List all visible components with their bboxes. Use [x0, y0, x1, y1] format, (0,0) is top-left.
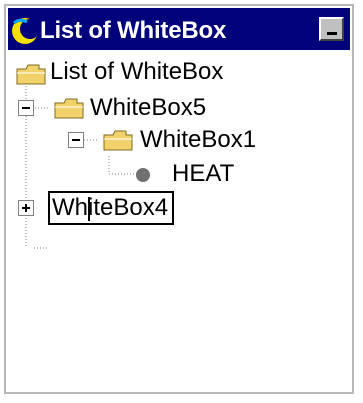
collapse-toggle[interactable]: [68, 132, 84, 148]
minimize-button[interactable]: [319, 17, 344, 41]
whitebox-tree: List of WhiteBox WhiteBox5 WhiteBox1 HEA…: [6, 50, 352, 392]
window-title: List of WhiteBox: [40, 17, 227, 44]
rename-field[interactable]: WhiteBox4: [48, 191, 174, 225]
moon-icon: [12, 18, 40, 44]
expand-toggle[interactable]: [18, 200, 34, 216]
folder-open-icon: [54, 98, 84, 119]
leaf-dot-icon: [136, 168, 150, 182]
minus-icon: [72, 139, 80, 141]
minus-icon: [22, 107, 30, 109]
folder-open-icon: [16, 64, 46, 85]
whitebox-window: List of WhiteBox List of WhiteBox WhiteB…: [4, 4, 354, 394]
rename-field-value: WhiteBox4: [52, 194, 169, 221]
tree-node-label: WhiteBox1: [140, 126, 257, 153]
titlebar[interactable]: List of WhiteBox: [8, 8, 350, 50]
tree-node-label: HEAT: [172, 160, 235, 187]
folder-open-icon: [103, 130, 133, 151]
tree-node-label: WhiteBox5: [90, 94, 207, 121]
collapse-toggle[interactable]: [18, 100, 34, 116]
tree-node-root-label: List of WhiteBox: [50, 58, 224, 85]
plus-icon-vertical: [25, 204, 27, 212]
minimize-icon: [327, 32, 337, 35]
